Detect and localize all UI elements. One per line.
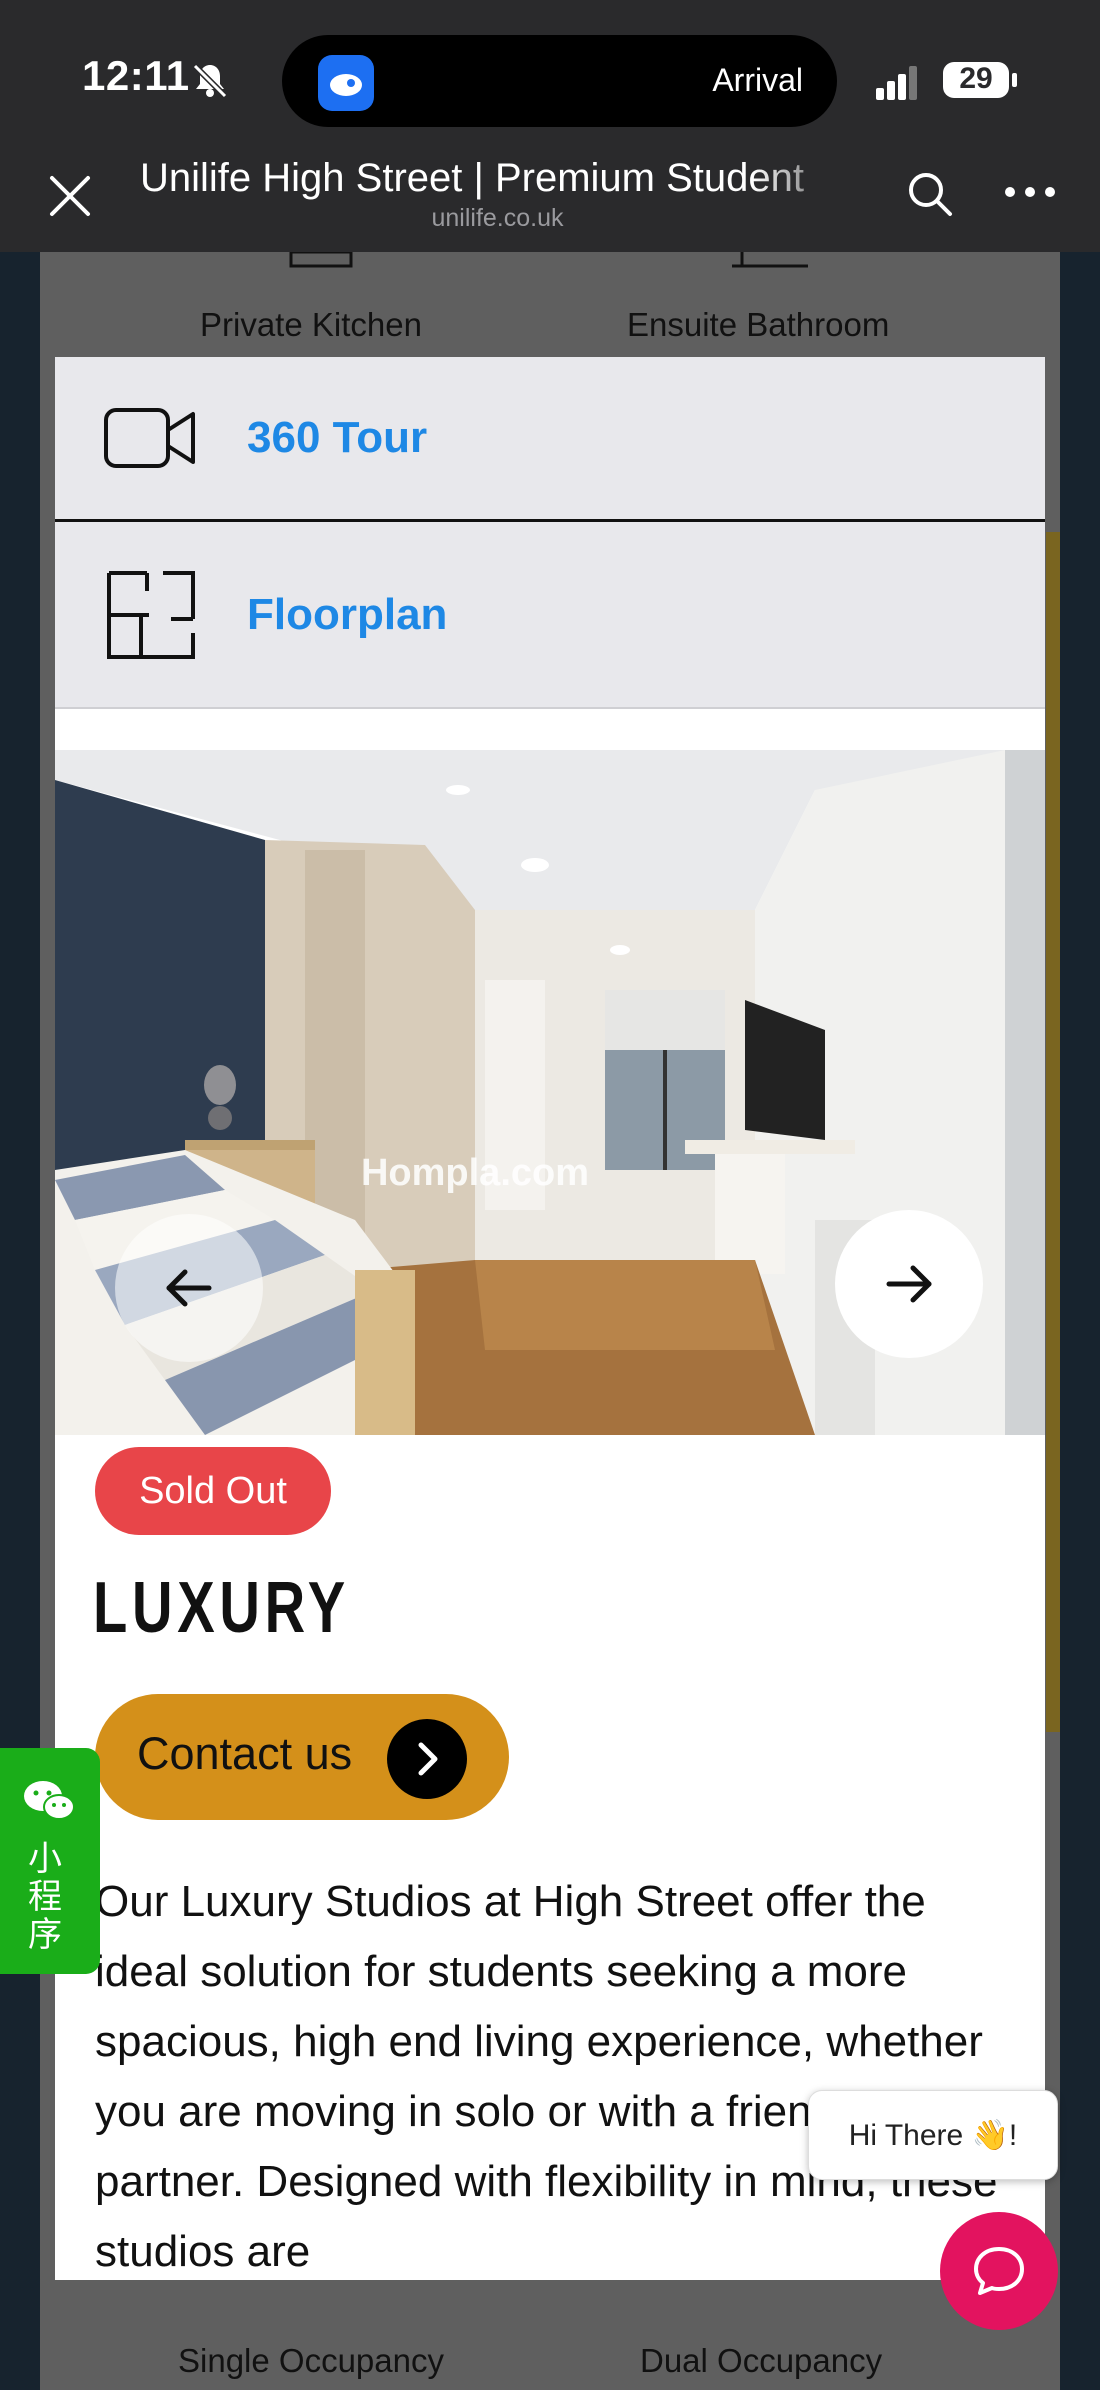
battery-level: 29 — [959, 62, 993, 95]
wechat-mini-program-button[interactable]: 小程序 — [0, 1748, 100, 1974]
background-gap — [0, 452, 40, 492]
island-status-text: Arrival — [712, 62, 803, 98]
chat-launcher-button[interactable] — [940, 2212, 1058, 2330]
status-bar: 12:11 Arrival 29 — [0, 0, 1100, 160]
browser-toolbar: Unilife High Street | Premium Student un… — [0, 152, 1100, 252]
bell-muted-icon — [192, 63, 228, 99]
page-title: Unilife High Street | Premium Student — [140, 156, 805, 200]
page-url: unilife.co.uk — [431, 204, 564, 232]
image-gallery[interactable]: Hompla.com — [55, 750, 1045, 1435]
gallery-watermark: Hompla.com — [360, 1152, 590, 1194]
chat-bubble-icon — [974, 2247, 1024, 2295]
gallery-next-button[interactable] — [835, 1210, 983, 1358]
cellular-signal-icon — [876, 66, 917, 100]
occupancy-dual: Dual Occupancy — [640, 2342, 883, 2379]
contact-us-label: Contact us — [137, 1728, 353, 1779]
status-time: 12:11 — [82, 52, 190, 99]
more-options-icon[interactable] — [1000, 172, 1060, 212]
chat-greeting-bubble[interactable]: Hi There 👋! — [808, 2090, 1058, 2180]
wechat-icon — [24, 1781, 75, 1820]
dynamic-island[interactable]: Arrival — [282, 35, 837, 127]
app-activity-icon — [318, 55, 374, 111]
video-camera-icon — [104, 408, 195, 468]
kitchen-icon — [289, 252, 353, 268]
occupancy-single: Single Occupancy — [178, 2342, 444, 2379]
bathroom-icon — [732, 252, 808, 268]
option-label-360-tour[interactable]: 360 Tour — [247, 413, 427, 463]
chevron-right-icon — [387, 1719, 467, 1799]
contact-us-button[interactable]: Contact us — [95, 1694, 509, 1820]
floorplan-icon — [107, 570, 195, 659]
background-accent-strip — [1046, 532, 1060, 1732]
wechat-label: 小程序 — [28, 1839, 62, 1955]
option-floorplan[interactable]: Floorplan — [55, 519, 1045, 709]
amenity-ensuite-bathroom: Ensuite Bathroom — [627, 306, 890, 343]
sold-out-badge: Sold Out — [95, 1447, 331, 1535]
room-description: Our Luxury Studios at High Street offer … — [95, 1877, 998, 2276]
option-360-tour[interactable]: 360 Tour — [55, 357, 1045, 519]
room-type-title: LUXURY — [93, 1568, 350, 1648]
arrow-left-icon — [166, 1269, 212, 1307]
arrow-right-icon — [886, 1265, 932, 1303]
room-detail-modal: 360 Tour Floorplan Hompla.com Sold Out L… — [55, 357, 1045, 2280]
gallery-prev-button[interactable] — [115, 1214, 263, 1362]
option-label-floorplan[interactable]: Floorplan — [247, 590, 447, 640]
search-icon[interactable] — [906, 170, 954, 218]
amenity-private-kitchen: Private Kitchen — [200, 306, 422, 343]
